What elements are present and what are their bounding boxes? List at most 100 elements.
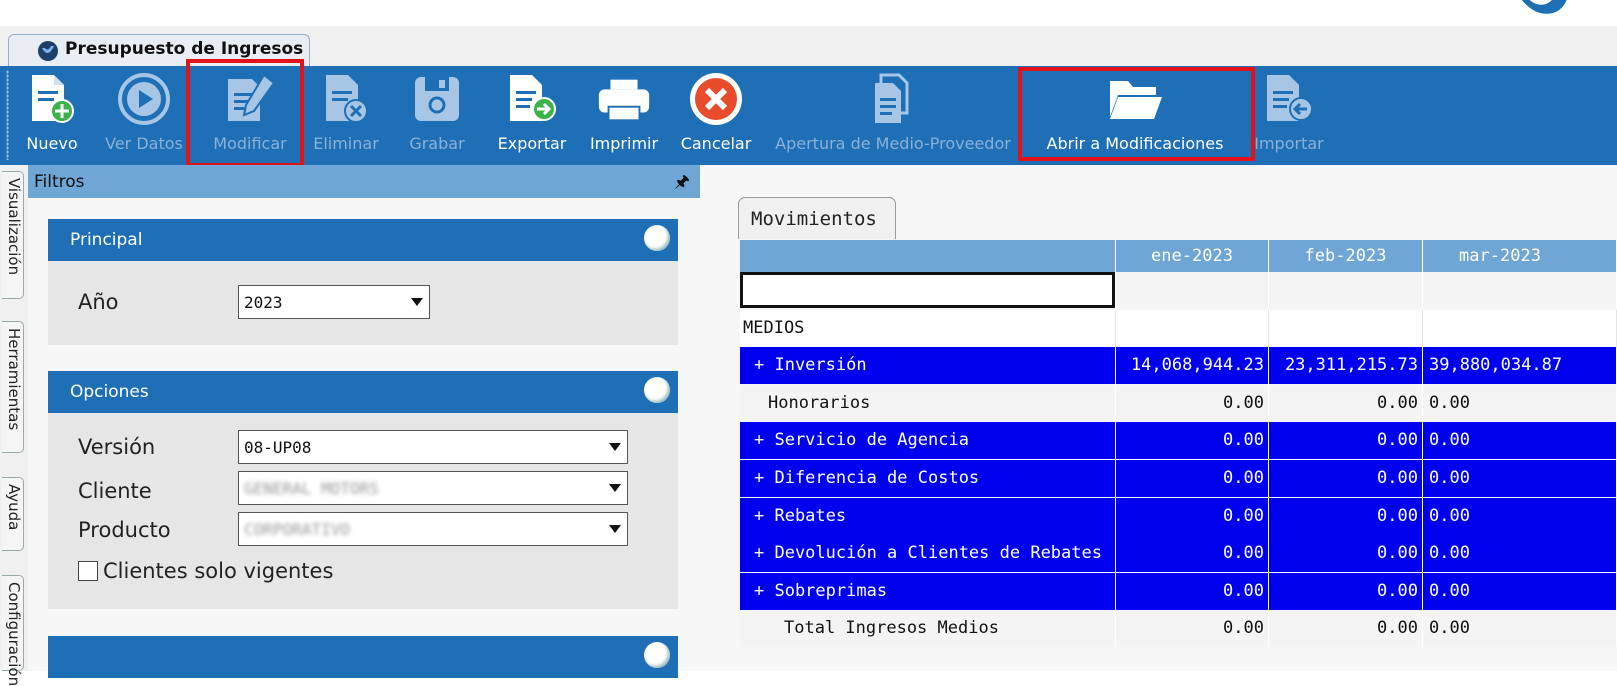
principal-group-header[interactable]: Principal xyxy=(48,219,678,261)
cliente-label: Cliente xyxy=(78,479,152,503)
version-select[interactable]: 08-UP08 xyxy=(238,430,628,464)
pin-icon[interactable]: 🖈 xyxy=(674,169,690,198)
side-tab-visualizacion[interactable]: Visualización xyxy=(2,171,24,299)
ver-datos-button[interactable]: Ver Datos xyxy=(104,66,184,165)
value-cell[interactable]: 0.00 xyxy=(1269,535,1423,573)
value-cell[interactable] xyxy=(1423,309,1617,347)
opciones-group-header[interactable]: Opciones xyxy=(48,371,678,413)
importar-button[interactable]: Importar xyxy=(1250,66,1328,165)
producto-select[interactable]: CORPORATIVO xyxy=(238,512,628,546)
table-row[interactable]: Total Ingresos Medios 0.00 0.00 0.00 xyxy=(740,610,1617,648)
value-cell[interactable]: 0.00 xyxy=(1269,384,1423,422)
value-cell[interactable]: 0.00 xyxy=(1116,384,1269,422)
cell-value: 0.00 xyxy=(1223,430,1264,451)
row-label: + Sobreprimas xyxy=(754,580,888,601)
value-cell[interactable]: 0.00 xyxy=(1269,572,1423,610)
value-cell[interactable]: 0.00 xyxy=(1116,610,1269,648)
row-label: Total Ingresos Medios xyxy=(784,618,999,639)
third-group-header[interactable] xyxy=(48,636,678,678)
value-cell[interactable]: 14,068,944.23 xyxy=(1116,347,1269,385)
cell-value: 0.00 xyxy=(1377,505,1418,526)
row-label-cell[interactable]: + Servicio de Agencia xyxy=(740,422,1116,460)
column-header-feb[interactable]: feb-2023 xyxy=(1269,240,1423,272)
value-cell[interactable]: 0.00 xyxy=(1269,460,1423,497)
value-cell[interactable]: 0.00 xyxy=(1116,572,1269,610)
grabar-button[interactable]: Grabar xyxy=(402,66,472,165)
value-cell[interactable]: 0.00 xyxy=(1116,460,1269,497)
value-cell[interactable]: 23,311,215.73 xyxy=(1269,347,1423,385)
printer-icon xyxy=(598,79,650,122)
cell-value: 39,880,034.87 xyxy=(1429,355,1563,376)
row-label-cell[interactable]: Total Ingresos Medios xyxy=(740,610,1116,648)
row-label: + Servicio de Agencia xyxy=(754,430,969,451)
value-cell[interactable]: 0.00 xyxy=(1423,572,1617,610)
table-row[interactable]: + Devolución a Clientes de Rebates 0.00 0.… xyxy=(740,535,1617,573)
value-cell[interactable] xyxy=(1116,272,1269,309)
table-row[interactable]: MEDIOS xyxy=(740,309,1617,347)
cell-value: 0.00 xyxy=(1377,392,1418,413)
clientes-solo-vigentes-checkbox[interactable] xyxy=(78,561,98,581)
side-tab-herramientas[interactable]: Herramientas xyxy=(2,321,24,453)
row-label: + Diferencia de Costos xyxy=(754,468,980,488)
clientes-solo-vigentes-label: Clientes solo vigentes xyxy=(103,559,334,583)
anio-select[interactable]: 2023 xyxy=(238,285,430,319)
toolbar-grip[interactable] xyxy=(6,70,9,160)
tab-presupuesto-de-ingresos[interactable]: Presupuesto de Ingresos xyxy=(8,34,310,66)
row-label-cell[interactable]: + Rebates xyxy=(740,497,1116,535)
column-header-mar[interactable]: mar-2023 xyxy=(1423,240,1617,272)
imprimir-button[interactable]: Imprimir xyxy=(586,66,662,165)
value-cell[interactable]: 39,880,034.87 xyxy=(1423,347,1617,385)
value-cell[interactable] xyxy=(1423,272,1617,309)
collapse-toggle-icon[interactable] xyxy=(644,642,670,668)
table-row[interactable]: + Diferencia de Costos 0.00 0.00 0.00 xyxy=(740,460,1617,497)
version-label: Versión xyxy=(78,435,156,459)
abrir-a-modificaciones-button[interactable]: Abrir a Modificaciones xyxy=(1030,66,1240,165)
eliminar-button[interactable]: Eliminar xyxy=(310,66,382,165)
table-row[interactable]: + Inversión 14,068,944.23 23,311,215.73 39,… xyxy=(740,347,1617,385)
table-row[interactable]: + Servicio de Agencia 0.00 0.00 0.00 xyxy=(740,422,1617,460)
value-cell[interactable]: 0.00 xyxy=(1269,610,1423,648)
cell-value: 0.00 xyxy=(1429,543,1470,564)
modificar-button[interactable]: Modificar xyxy=(206,66,294,165)
collapse-toggle-icon[interactable] xyxy=(644,377,670,403)
row-label-cell[interactable]: + Diferencia de Costos xyxy=(740,460,1116,497)
column-header-ene[interactable]: ene-2023 xyxy=(1116,240,1269,272)
row-label-cell[interactable]: + Devolución a Clientes de Rebates xyxy=(740,535,1116,573)
cell-value: 0.00 xyxy=(1429,580,1470,601)
chevron-down-icon xyxy=(609,525,621,533)
selected-cell[interactable] xyxy=(740,272,1115,308)
value-cell[interactable]: 0.00 xyxy=(1423,460,1617,497)
value-cell[interactable] xyxy=(1269,272,1423,309)
value-cell[interactable] xyxy=(1269,309,1423,347)
value-cell[interactable]: 0.00 xyxy=(1423,535,1617,573)
row-label-cell[interactable]: + Inversión xyxy=(740,347,1116,385)
row-label-cell[interactable]: Honorarios xyxy=(740,384,1116,422)
row-label-cell[interactable]: + Sobreprimas xyxy=(740,572,1116,610)
value-cell[interactable] xyxy=(1116,309,1269,347)
apertura-medio-proveedor-button[interactable]: Apertura de Medio-Proveedor xyxy=(770,66,1016,165)
nuevo-button[interactable]: Nuevo xyxy=(22,66,82,165)
side-tab-ayuda[interactable]: Ayuda xyxy=(2,477,24,551)
value-cell[interactable]: 0.00 xyxy=(1116,535,1269,573)
value-cell[interactable]: 0.00 xyxy=(1423,497,1617,535)
value-cell[interactable]: 0.00 xyxy=(1423,384,1617,422)
value-cell[interactable]: 0.00 xyxy=(1116,422,1269,460)
top-margin xyxy=(0,0,1617,26)
table-row[interactable]: + Sobreprimas 0.00 0.00 0.00 xyxy=(740,572,1617,610)
table-row[interactable]: Honorarios 0.00 0.00 0.00 xyxy=(740,384,1617,422)
table-row[interactable]: + Rebates 0.00 0.00 0.00 xyxy=(740,497,1617,535)
exportar-button[interactable]: Exportar xyxy=(490,66,574,165)
value-cell[interactable]: 0.00 xyxy=(1423,610,1617,648)
value-cell[interactable]: 0.00 xyxy=(1116,497,1269,535)
chevron-down-icon xyxy=(609,484,621,492)
value-cell[interactable]: 0.00 xyxy=(1269,422,1423,460)
row-label-cell[interactable]: MEDIOS xyxy=(740,309,1116,347)
collapse-toggle-icon[interactable] xyxy=(644,225,670,251)
cliente-select[interactable]: GENERAL MOTORS xyxy=(238,471,628,505)
cancelar-button[interactable]: Cancelar xyxy=(676,66,756,165)
value-cell[interactable]: 0.00 xyxy=(1269,497,1423,535)
side-tab-configuracion[interactable]: Configuración xyxy=(2,575,24,686)
tab-movimientos[interactable]: Movimientos xyxy=(738,197,896,239)
row-label: Honorarios xyxy=(768,392,871,413)
value-cell[interactable]: 0.00 xyxy=(1423,422,1617,460)
